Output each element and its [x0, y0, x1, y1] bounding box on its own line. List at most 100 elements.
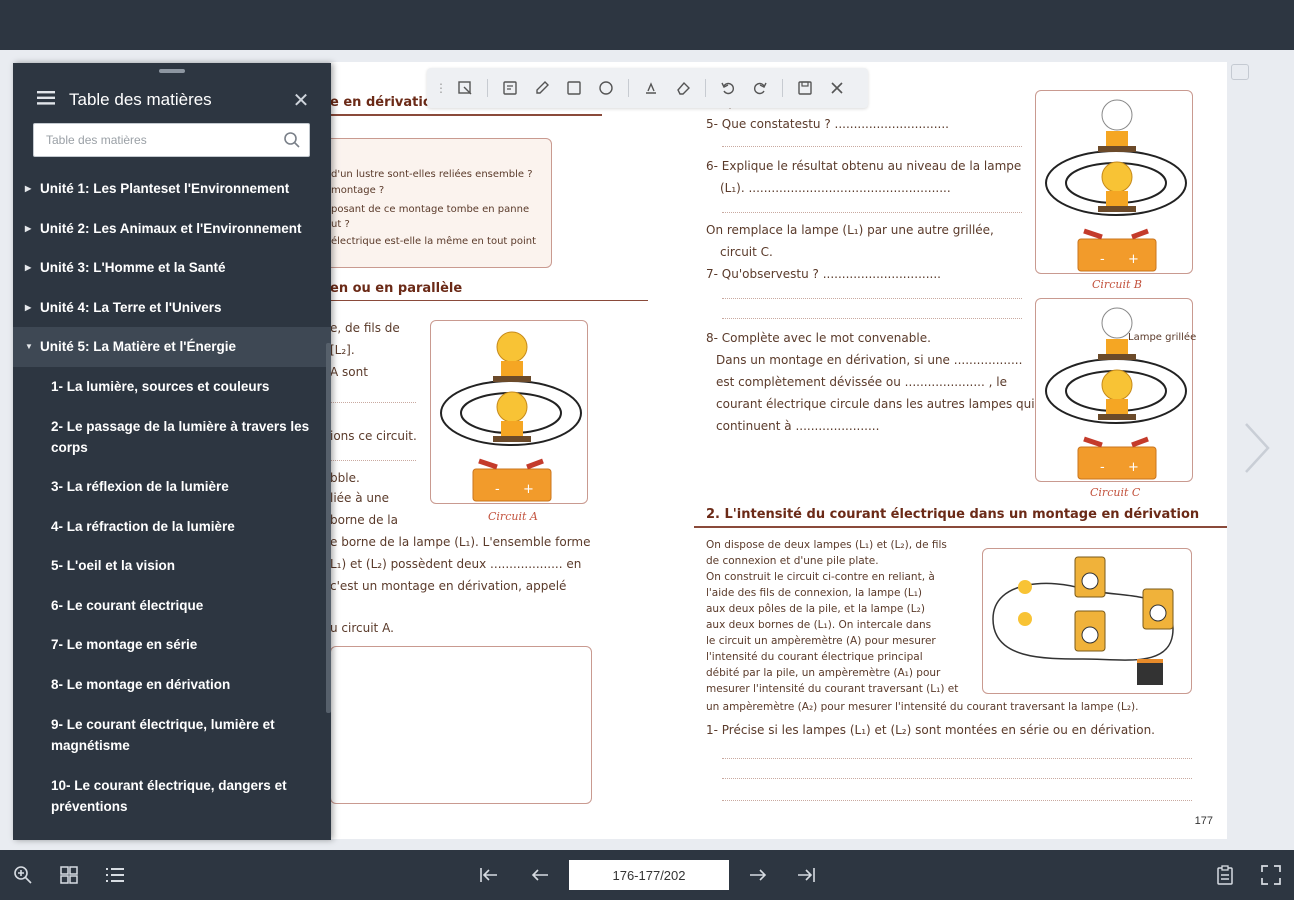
panel-drag-handle[interactable]	[159, 69, 185, 73]
left-body-line: bble.	[330, 471, 360, 485]
box-line: électrique est-elle la même en tout poin…	[331, 236, 537, 247]
toc-unit-2[interactable]: ▶ Unité 2: Les Animaux et l'Environnement	[13, 209, 331, 249]
right-line: On remplace la lampe (L₁) par une autre …	[706, 223, 994, 237]
close-icon[interactable]	[827, 78, 847, 98]
toc-chapter-5[interactable]: 5- L'oeil et la vision	[13, 546, 331, 586]
right-line: Dans un montage en dérivation, si une ..…	[716, 353, 1023, 367]
toc-header: Table des matières ✕	[13, 85, 331, 115]
toc-chapter-10[interactable]: 10- Le courant électrique, dangers et pr…	[13, 765, 331, 826]
rectangle-tool-icon[interactable]	[564, 78, 584, 98]
fullscreen-icon[interactable]	[1260, 864, 1282, 886]
toc-unit-label: Unité 4: La Terre et l'Univers	[40, 299, 222, 315]
thumbnails-icon[interactable]	[58, 864, 80, 886]
toc-unit-label: Unité 1: Les Planteset l'Environnement	[40, 181, 290, 197]
box-line: montage ?	[331, 185, 385, 196]
note-tool-icon[interactable]	[500, 78, 520, 98]
toc-list: ▶ Unité 1: Les Planteset l'Environnement …	[13, 169, 331, 826]
zoom-in-icon[interactable]	[12, 864, 34, 886]
page-number-input[interactable]	[569, 860, 729, 890]
toc-chapter-8[interactable]: 8- Le montage en dérivation	[13, 665, 331, 705]
section-line: On construit le circuit ci-contre en rel…	[706, 571, 935, 583]
section-line: l'aide des fils de connexion, la lampe (…	[706, 587, 923, 599]
right-line: 6- Explique le résultat obtenu au niveau…	[706, 159, 1022, 173]
toc-chapter-4[interactable]: 4- La réfraction de la lumière	[13, 507, 331, 547]
page-corner-icon[interactable]	[1231, 64, 1249, 80]
right-line: courant électrique circule dans les autr…	[716, 397, 1035, 411]
right-line: 8- Complète avec le mot convenable.	[706, 331, 931, 345]
left-body-line: liée à une	[330, 491, 390, 505]
notes-icon[interactable]	[1214, 864, 1236, 886]
svg-text:-: -	[1100, 252, 1105, 267]
circuit-c-figure: - + Lampe grillée	[1035, 298, 1196, 482]
toc-unit-5[interactable]: ▼ Unité 5: La Matière et l'Énergie	[13, 327, 331, 367]
last-page-icon[interactable]	[795, 864, 817, 886]
toc-unit-1[interactable]: ▶ Unité 1: Les Planteset l'Environnement	[13, 169, 331, 209]
caret-right-icon: ▶	[25, 302, 32, 312]
left-heading-top: e en dérivation	[330, 95, 442, 110]
box-line: d'un lustre sont-elles reliées ensemble …	[331, 169, 533, 180]
toc-chapter-7[interactable]: 7- Le montage en série	[13, 625, 331, 665]
toc-chapter-3[interactable]: 3- La réflexion de la lumière	[13, 467, 331, 507]
svg-text:-: -	[495, 482, 500, 497]
toc-unit-label: Unité 2: Les Animaux et l'Environnement	[40, 220, 302, 236]
drag-handle-icon[interactable]: ⋮	[435, 81, 447, 95]
toc-chapter-2[interactable]: 2- Le passage de la lumière à travers le…	[13, 406, 331, 467]
toc-unit-3[interactable]: ▶ Unité 3: L'Homme et la Santé	[13, 248, 331, 288]
toc-chapter-1[interactable]: 1- La lumière, sources et couleurs	[13, 367, 331, 407]
toc-unit-label: Unité 3: L'Homme et la Santé	[40, 260, 226, 276]
right-line: 7- Qu'observestu ? .....................…	[706, 267, 941, 281]
page-number: 177	[1194, 815, 1213, 827]
left-body-line: c'est un montage en dérivation, appelé	[330, 579, 567, 593]
caret-down-icon: ▼	[25, 342, 33, 352]
toc-search-input[interactable]	[34, 124, 275, 156]
svg-text:-: -	[1100, 460, 1105, 475]
first-page-icon[interactable]	[478, 864, 500, 886]
eraser-icon[interactable]	[673, 78, 693, 98]
section-line: de connexion et d'une pile plate.	[706, 555, 879, 567]
section-line: mesurer l'intensité du courant traversan…	[706, 683, 959, 695]
section-line: aux deux pôles de la pile, et la lampe (…	[706, 603, 925, 615]
left-body-line: ions ce circuit.	[330, 429, 417, 443]
next-page-arrow-icon[interactable]	[1242, 420, 1272, 481]
section-line: un ampèremètre (A₂) pour mesurer l'inten…	[706, 701, 1139, 713]
left-body-line: [L₂].	[330, 343, 355, 357]
section-line: l'intensité du courant électrique princi…	[706, 651, 923, 663]
circle-tool-icon[interactable]	[596, 78, 616, 98]
caret-right-icon: ▶	[25, 184, 32, 194]
left-body-line: borne de la	[330, 513, 398, 527]
left-body-line: e borne de la lampe (L₁). L'ensemble for…	[330, 535, 591, 549]
left-heading-mid: en ou en parallèle	[330, 281, 463, 296]
save-icon[interactable]	[795, 78, 815, 98]
circuit-a-figure: - +	[430, 320, 588, 504]
section-line: On dispose de deux lampes (L₁) et (L₂), …	[706, 539, 947, 551]
undo-icon[interactable]	[718, 78, 738, 98]
bottom-toolbar	[0, 850, 1294, 900]
close-icon[interactable]: ✕	[291, 88, 311, 113]
redo-icon[interactable]	[750, 78, 770, 98]
pencil-icon[interactable]	[532, 78, 552, 98]
search-icon[interactable]	[275, 131, 309, 149]
toc-unit-label: Unité 5: La Matière et l'Énergie	[40, 339, 237, 355]
left-body-line: e, de fils de	[330, 321, 400, 335]
left-body-line: L₁) et (L₂) possèdent deux .............…	[330, 557, 582, 571]
select-tool-icon[interactable]	[455, 78, 475, 98]
toc-title: Table des matières	[69, 90, 212, 109]
section-heading: 2. L'intensité du courant électrique dan…	[706, 507, 1200, 522]
question-1: 1- Précise si les lampes (L₁) et (L₂) so…	[706, 723, 1155, 737]
highlighter-icon[interactable]	[641, 78, 661, 98]
previous-page-icon[interactable]	[529, 864, 551, 886]
toc-scrollbar[interactable]	[326, 343, 331, 713]
circuit-a-caption: Circuit A	[488, 510, 538, 523]
toc-list-icon[interactable]	[104, 864, 126, 886]
left-answer-box	[330, 646, 592, 804]
circuit-c-caption: Circuit C	[1090, 486, 1141, 499]
left-question-box: d'un lustre sont-elles reliées ensemble …	[330, 138, 552, 268]
right-line: 5- Que constatestu ? ...................…	[706, 117, 949, 131]
toc-search	[33, 123, 310, 157]
next-page-icon[interactable]	[747, 864, 769, 886]
toc-unit-4[interactable]: ▶ Unité 4: La Terre et l'Univers	[13, 288, 331, 328]
caret-right-icon: ▶	[25, 263, 32, 273]
toc-chapter-9[interactable]: 9- Le courant électrique, lumière et mag…	[13, 704, 331, 765]
toc-chapter-6[interactable]: 6- Le courant électrique	[13, 586, 331, 626]
section-line: aux deux bornes de (L₁). On intercale da…	[706, 619, 932, 631]
